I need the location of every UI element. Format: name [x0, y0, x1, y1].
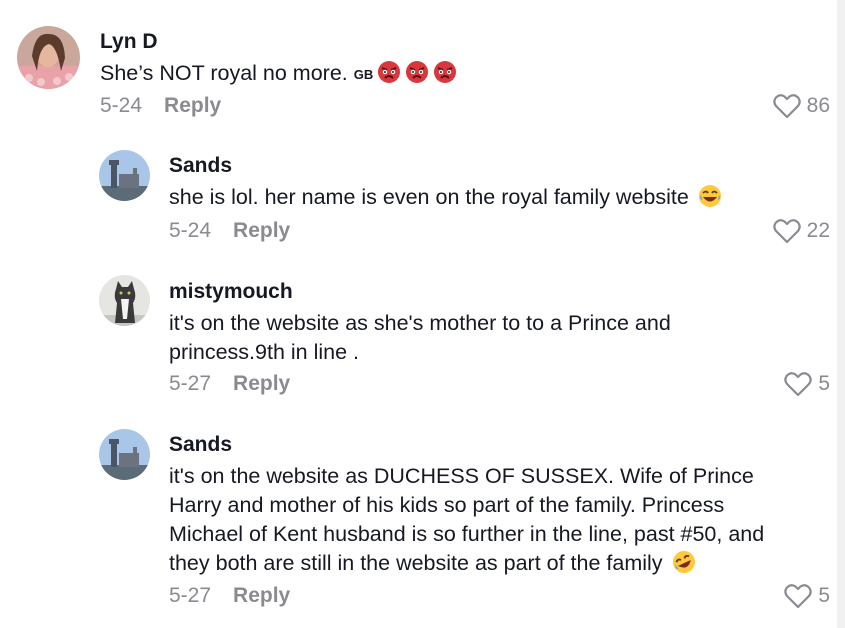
reply-comment-item: mistymouch it's on the website as she's … — [0, 260, 838, 410]
comment-text-line-with-emoji: they both are still in the website as pa… — [169, 549, 764, 582]
comment-text: it's on the website as DUCHESS OF SUSSEX… — [169, 462, 764, 582]
comment-text-line: Michael of Kent husband is so further in… — [169, 522, 765, 546]
angry-face-icon — [433, 60, 457, 92]
username[interactable]: Sands — [169, 154, 232, 178]
flag-label: GB — [353, 67, 374, 82]
angry-face-icon — [377, 60, 401, 92]
avatar[interactable] — [99, 275, 150, 326]
comment-date: 5-24 — [169, 219, 212, 242]
reply-button[interactable]: Reply — [233, 584, 290, 607]
comment-text-line: they both are still in the website as pa… — [169, 551, 663, 575]
like-button[interactable]: 5 — [784, 371, 830, 397]
like-button[interactable]: 22 — [772, 218, 830, 244]
like-count: 86 — [806, 94, 830, 117]
heart-outline-icon — [772, 219, 801, 244]
angry-face-icon — [405, 60, 429, 92]
avatar[interactable] — [99, 429, 150, 480]
reply-comment-item: Sands it's on the website as DUCHESS OF … — [0, 410, 838, 628]
username[interactable]: Lyn D — [100, 30, 158, 54]
comment-text-line: it's on the website as DUCHESS OF SUSSEX… — [169, 464, 754, 488]
comment-text-body: She’s NOT royal no more. — [100, 61, 348, 85]
comment-meta: 5-27 Reply — [169, 584, 290, 608]
reply-button[interactable]: Reply — [233, 372, 290, 395]
comment-meta: 5-27 Reply — [169, 372, 290, 396]
comment-text: she is lol. her name is even on the roya… — [169, 183, 722, 216]
comment-date: 5-24 — [100, 94, 143, 117]
comment-text-line: Harry and mother of his kids so part of … — [169, 493, 725, 517]
comment-date: 5-27 — [169, 372, 212, 395]
like-count: 5 — [818, 372, 830, 395]
heart-outline-icon — [784, 372, 813, 397]
comment-text: it's on the website as she's mother to t… — [169, 309, 671, 367]
reply-comment-item: Sands she is lol. her name is even on th… — [0, 130, 838, 260]
username[interactable]: mistymouch — [169, 280, 293, 304]
rolling-laughing-face-icon — [672, 550, 696, 582]
like-count: 5 — [818, 584, 830, 607]
comment-text-body: she is lol. her name is even on the roya… — [169, 185, 689, 209]
like-button[interactable]: 5 — [784, 583, 830, 609]
like-count: 22 — [806, 219, 830, 242]
like-button[interactable]: 86 — [772, 93, 830, 119]
heart-outline-icon — [784, 584, 813, 609]
comment-text: She’s NOT royal no more. GB — [100, 59, 457, 92]
username[interactable]: Sands — [169, 433, 232, 457]
laughing-face-icon — [698, 184, 722, 216]
comment-item: Lyn D She’s NOT royal no more. GB 5-24 Rep… — [0, 0, 838, 130]
reply-button[interactable]: Reply — [233, 219, 290, 242]
heart-outline-icon — [772, 94, 801, 119]
reply-button[interactable]: Reply — [164, 94, 221, 117]
scrollbar-track[interactable] — [837, 0, 845, 628]
comment-meta: 5-24 Reply — [100, 94, 221, 118]
comment-text-line: it's on the website as she's mother to t… — [169, 311, 671, 335]
comment-meta: 5-24 Reply — [169, 219, 290, 243]
comment-date: 5-27 — [169, 584, 212, 607]
avatar[interactable] — [99, 150, 150, 201]
comment-text-line: princess.9th in line . — [169, 340, 360, 364]
avatar[interactable] — [17, 26, 80, 89]
